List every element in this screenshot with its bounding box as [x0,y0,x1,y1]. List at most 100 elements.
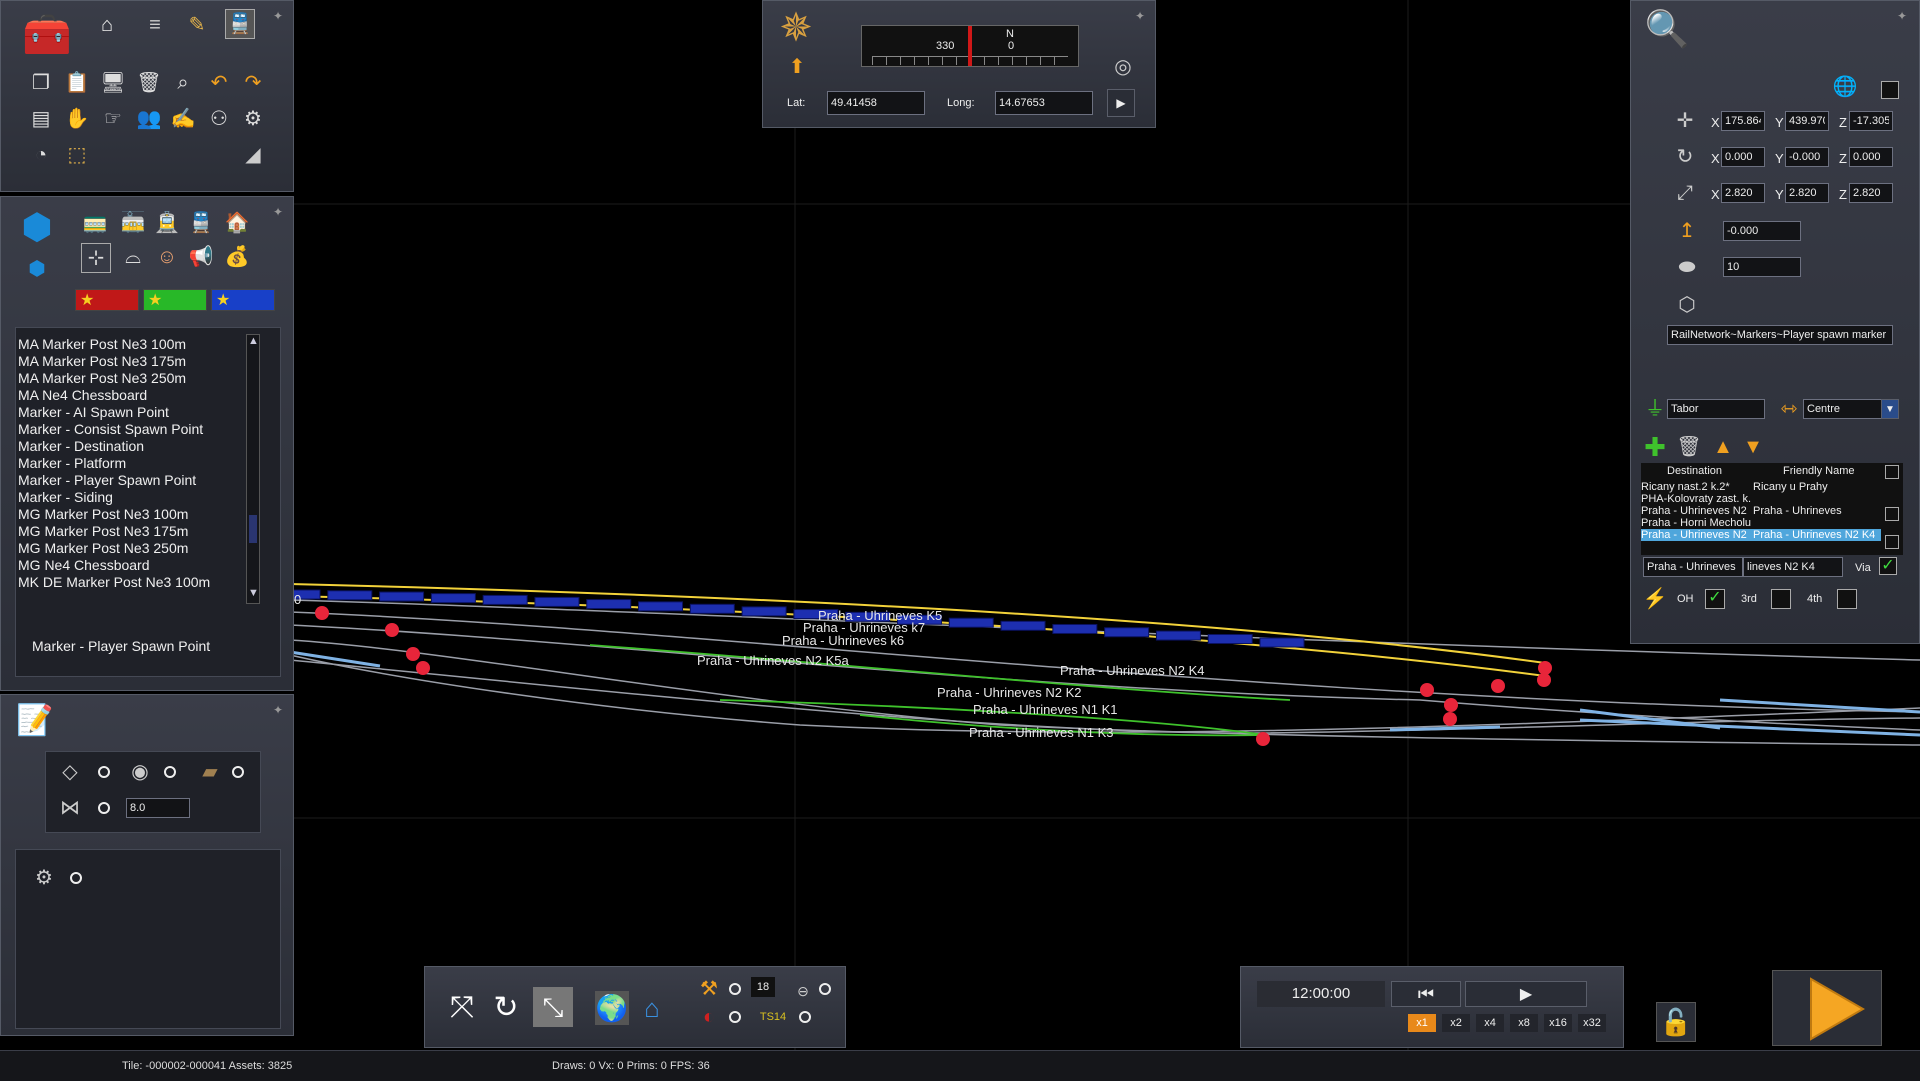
house-icon[interactable]: 🏠 [223,209,251,237]
horn-icon[interactable]: 📢 [187,243,215,271]
scroll-down-icon[interactable]: ▼ [248,587,259,599]
move-down-icon[interactable]: ▼ [1739,433,1767,461]
reset-icon[interactable]: ↻ [487,989,525,1027]
global-toggle[interactable] [1881,81,1899,99]
rot-x-input[interactable] [1721,147,1765,167]
paste-icon[interactable]: 📋 [63,69,91,97]
add-person-icon[interactable]: ⚇ [205,105,233,133]
pie-icon[interactable]: ◔ [27,141,55,169]
add-icon[interactable]: ✚ [1641,433,1669,461]
rot-z-input[interactable] [1849,147,1893,167]
lat-input[interactable] [827,91,925,115]
figure-icon[interactable]: ☺ [153,243,181,271]
settings-icon[interactable]: ⚙ [239,105,267,133]
train-icon[interactable]: 🚆 [187,209,215,237]
wagon[interactable] [430,593,476,604]
camera-icon[interactable]: ◎ [1109,53,1137,81]
pos-x-input[interactable] [1721,111,1765,131]
globe-view-icon[interactable]: 🌍 [595,991,629,1025]
list-item[interactable]: Marker - AI Spawn Point [18,404,250,421]
bridge-icon[interactable]: ⌓ [119,243,147,271]
edit-friendly-input[interactable] [1743,557,1843,577]
scale-z-input[interactable] [1849,183,1893,203]
list-item[interactable]: MG Marker Post Ne3 250m [18,540,250,557]
select-box-icon[interactable]: ⬚ [63,141,91,169]
move-up-icon[interactable]: ▲ [1709,433,1737,461]
wagon[interactable] [689,603,735,614]
track-icon[interactable]: ≡ [141,11,169,39]
notes-icon[interactable]: 📝 [15,701,55,741]
long-input[interactable] [995,91,1093,115]
signal-icon[interactable]: ⊹ [81,243,111,273]
pin-icon[interactable]: ✦ [273,9,287,23]
loco-icon[interactable]: 🚃 [81,209,109,237]
copy-icon[interactable]: ❐ [27,69,55,97]
alignment-dropdown[interactable]: ▼ [1881,399,1899,419]
scenario-icon[interactable]: 🚆 [225,9,255,39]
wagon[interactable] [638,601,684,612]
track-marker[interactable] [1443,712,1457,726]
pin-icon[interactable]: ✦ [1897,9,1911,23]
track-marker[interactable] [416,661,430,675]
rewind-button[interactable]: ⏮ [1391,981,1461,1007]
wagon[interactable] [482,594,528,605]
height-input[interactable] [1723,221,1801,241]
count-input[interactable] [1723,257,1801,277]
edit-icon[interactable]: ✍ [169,105,197,133]
list-item[interactable]: Marker - Consist Spawn Point [18,421,250,438]
layer-radio[interactable] [729,1011,741,1023]
play-time-button[interactable]: ▶ [1465,981,1587,1007]
spacing-input[interactable] [126,798,190,818]
pin-icon[interactable]: ✦ [273,205,287,219]
fourth-checkbox[interactable] [1837,589,1857,609]
track-marker[interactable] [1537,673,1551,687]
resize-icon[interactable]: ⤡ [533,987,573,1027]
fullscreen-icon[interactable]: ⤧ [443,989,481,1027]
track-marker[interactable] [1491,679,1505,693]
home-icon[interactable]: ⌂ [93,11,121,39]
monitor-icon[interactable]: 🖥 [99,69,127,97]
lock-radio[interactable] [819,983,831,995]
go-button[interactable]: ▶ [1107,89,1135,117]
find-icon[interactable]: ⌕ [169,69,197,97]
scroll-thumb[interactable] [249,515,257,543]
list-item[interactable]: MG Marker Post Ne3 100m [18,506,250,523]
redo-icon[interactable]: ↷ [239,69,267,97]
wagon[interactable] [1259,637,1305,648]
heading-strip[interactable]: 330 N 0 [861,25,1079,67]
plank-radio[interactable] [232,766,244,778]
wagon[interactable] [948,617,994,628]
row-check-4[interactable] [1885,535,1899,549]
pin-icon[interactable]: ✦ [1135,9,1149,23]
wagon[interactable] [1207,634,1253,645]
station-input[interactable] [1667,399,1765,419]
wagon[interactable] [1104,627,1150,638]
row-check-0[interactable] [1885,465,1899,479]
alignment-select[interactable] [1803,399,1883,419]
map-pin-icon[interactable]: ⬆ [783,53,811,81]
list-item[interactable]: Marker - Destination [18,438,250,455]
wagon[interactable] [741,606,787,617]
delete-icon[interactable]: 🗑 [135,69,163,97]
edit-destination-input[interactable] [1643,557,1743,577]
spacing-radio[interactable] [98,802,110,814]
speed-x1[interactable]: x1 [1408,1014,1436,1032]
track-marker[interactable] [1420,683,1434,697]
ts14-radio[interactable] [799,1011,811,1023]
quality-radio[interactable] [729,983,741,995]
track-marker[interactable] [406,647,420,661]
filter-green-button[interactable]: ★ [143,289,207,311]
undo-icon[interactable]: ↶ [205,69,233,97]
track-marker[interactable] [1256,732,1270,746]
bag-icon[interactable]: 💰 [223,243,251,271]
globe-icon[interactable]: 🌐 [1831,73,1859,101]
brush-icon[interactable]: ✎ [183,11,211,39]
speed-x4[interactable]: x4 [1476,1014,1504,1032]
compass-rose-icon[interactable]: ✵ [773,5,819,51]
rot-y-input[interactable] [1785,147,1829,167]
track-marker[interactable] [1444,698,1458,712]
toolbox-icon[interactable]: 🧰 [17,7,77,63]
oh-checkbox[interactable]: ✓ [1705,589,1725,609]
table-row-selected[interactable]: Praha - Uhrineves N2 Praha - Uhrineves N… [1641,529,1881,541]
asset-path-input[interactable] [1667,325,1893,345]
